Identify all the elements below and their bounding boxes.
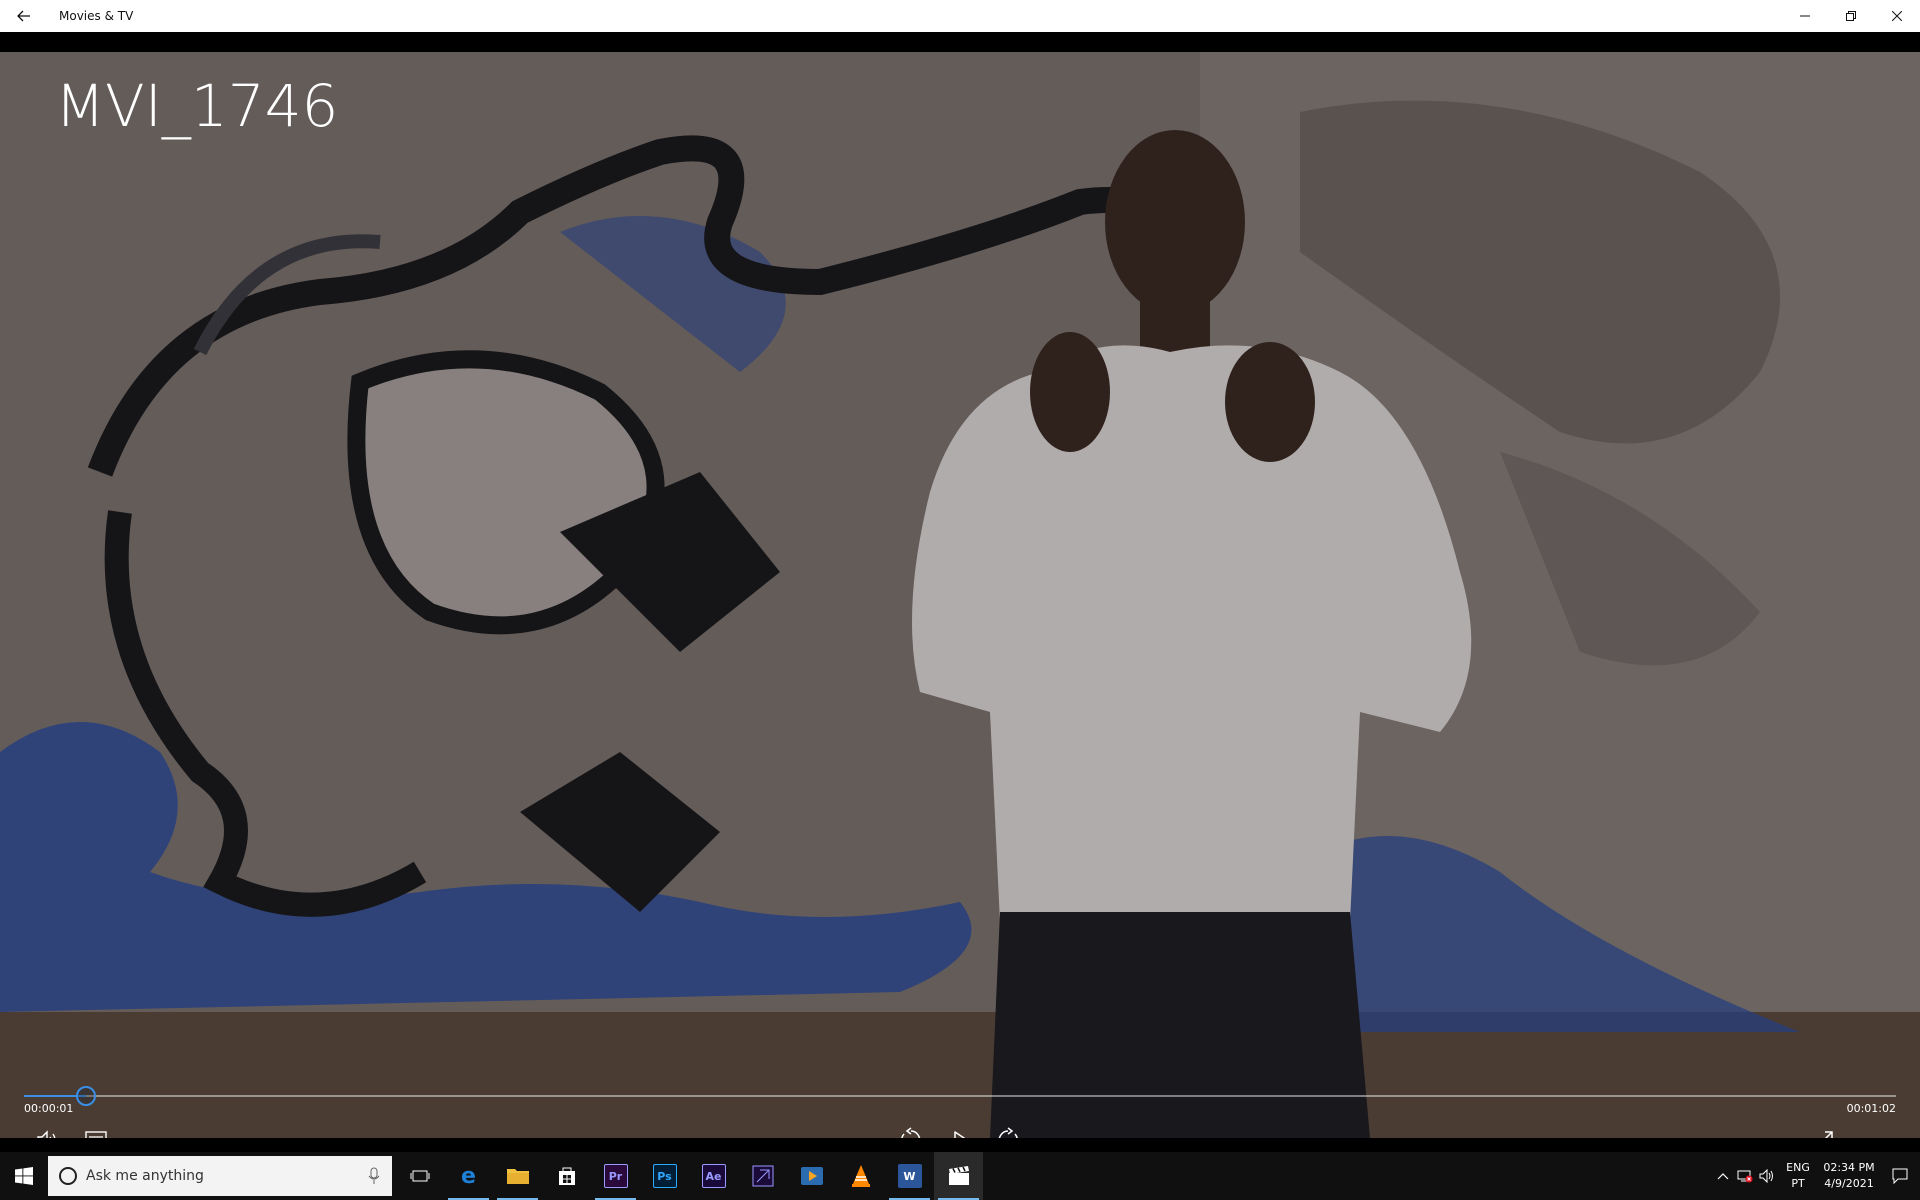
seek-bar[interactable] <box>24 1086 1896 1106</box>
app-title: Movies & TV <box>59 9 134 23</box>
more-icon <box>1861 1137 1883 1138</box>
play-icon <box>954 1131 966 1138</box>
clock-button[interactable]: 02:34 PM 4/9/2021 <box>1818 1160 1880 1192</box>
title-bar: Movies & TV <box>0 0 1920 32</box>
notification-icon <box>1892 1168 1908 1184</box>
video-title: MVI_1746 <box>55 72 339 140</box>
taskbar-app-after-effects[interactable]: Ae <box>689 1152 738 1200</box>
taskbar-app-file-explorer[interactable] <box>493 1152 542 1200</box>
word-icon: W <box>897 1164 922 1188</box>
lang-top: ENG <box>1786 1161 1810 1174</box>
skip-forward-icon: 30 <box>998 1127 1018 1138</box>
after-effects-icon: Ae <box>701 1164 726 1188</box>
taskbar-app-movies-tv[interactable] <box>934 1152 983 1200</box>
task-view-button[interactable] <box>396 1152 444 1200</box>
media-encoder-icon <box>752 1165 773 1187</box>
folder-icon <box>506 1169 529 1184</box>
volume-button[interactable] <box>34 1126 62 1138</box>
speaker-icon <box>1759 1169 1773 1183</box>
media-player-icon <box>800 1167 823 1185</box>
tray-volume-button[interactable] <box>1756 1152 1778 1200</box>
play-button[interactable] <box>946 1126 974 1138</box>
start-button[interactable] <box>0 1152 48 1200</box>
video-player[interactable]: MVI_1746 00:00:01 00:01:02 10 <box>0 32 1920 1138</box>
action-center-button[interactable] <box>1880 1152 1920 1200</box>
skip-back-icon: 10 <box>901 1127 921 1138</box>
total-time: 00:01:02 <box>1846 1102 1896 1115</box>
seek-thumb[interactable] <box>75 1086 96 1106</box>
tray-overflow-button[interactable] <box>1712 1152 1734 1200</box>
skip-forward-30-button[interactable]: 30 <box>994 1126 1022 1138</box>
lang-bottom: PT <box>1791 1177 1805 1190</box>
taskbar-app-media-encoder[interactable] <box>738 1152 787 1200</box>
close-button[interactable] <box>1874 0 1920 32</box>
photoshop-icon: Ps <box>652 1164 677 1188</box>
store-icon <box>558 1167 575 1185</box>
back-arrow-icon <box>17 10 30 22</box>
close-icon <box>1892 11 1902 21</box>
windows-logo-icon <box>15 1167 33 1185</box>
clock-time: 02:34 PM <box>1823 1161 1875 1174</box>
fullscreen-icon <box>1824 1131 1833 1138</box>
letterbox <box>0 32 1920 52</box>
taskbar-app-word[interactable]: W <box>885 1152 934 1200</box>
taskbar-app-media-player[interactable] <box>787 1152 836 1200</box>
volume-icon <box>37 1130 56 1138</box>
taskbar-app-edge[interactable]: e <box>444 1152 493 1200</box>
seek-track <box>24 1095 1896 1097</box>
more-button[interactable] <box>1858 1126 1886 1138</box>
captions-icon <box>85 1131 107 1138</box>
vlc-icon <box>851 1165 870 1187</box>
back-button[interactable] <box>0 0 48 32</box>
taskbar-app-photoshop[interactable]: Ps <box>640 1152 689 1200</box>
premiere-icon: Pr <box>603 1164 628 1188</box>
cortana-icon <box>59 1167 77 1185</box>
chevron-up-icon <box>1717 1173 1729 1180</box>
current-time: 00:00:01 <box>24 1102 74 1115</box>
taskbar-app-vlc[interactable] <box>836 1152 885 1200</box>
minimize-icon <box>1800 15 1810 17</box>
video-frame <box>0 52 1920 1138</box>
input-language-button[interactable]: ENG PT <box>1778 1160 1818 1192</box>
taskbar: Ask me anything e Pr Ps Ae W ENG PT 02:3… <box>0 1152 1920 1200</box>
search-placeholder: Ask me anything <box>86 1168 204 1184</box>
edge-icon: e <box>461 1163 476 1189</box>
system-tray: ENG PT 02:34 PM 4/9/2021 <box>1712 1152 1920 1200</box>
microphone-icon[interactable] <box>368 1167 380 1185</box>
minimize-button[interactable] <box>1782 0 1828 32</box>
captions-button[interactable] <box>82 1126 110 1138</box>
clock-date: 4/9/2021 <box>1824 1177 1874 1190</box>
fullscreen-button[interactable] <box>1810 1126 1838 1138</box>
skip-back-10-button[interactable]: 10 <box>897 1126 925 1138</box>
network-disconnected-icon <box>1737 1170 1753 1183</box>
taskbar-app-store[interactable] <box>542 1152 591 1200</box>
task-view-icon <box>410 1170 430 1182</box>
restore-icon <box>1846 11 1856 21</box>
taskbar-app-premiere[interactable]: Pr <box>591 1152 640 1200</box>
video-dim-overlay <box>0 52 1920 1138</box>
tray-network-button[interactable] <box>1734 1152 1756 1200</box>
restore-button[interactable] <box>1828 0 1874 32</box>
cortana-search-box[interactable]: Ask me anything <box>48 1156 392 1196</box>
movies-tv-icon <box>948 1166 969 1185</box>
